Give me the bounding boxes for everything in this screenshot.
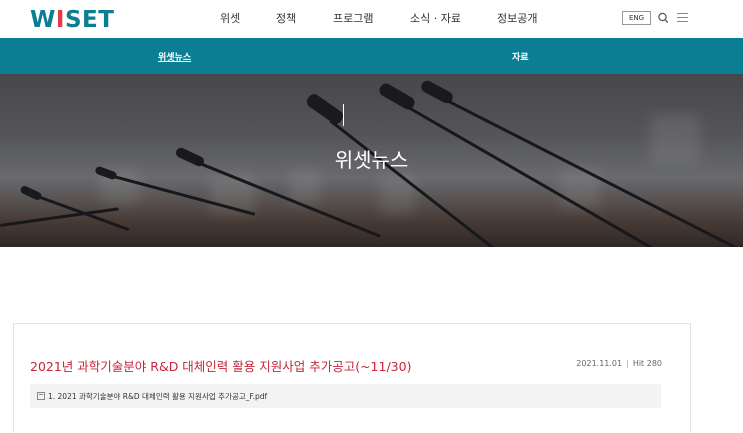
article-card: 2021년 과학기술분야 R&D 대체인력 활용 지원사업 추가공고(~11/3… xyxy=(13,323,691,433)
sub-nav: 위셋뉴스 자료 xyxy=(0,38,743,74)
hero-banner: 위셋뉴스 xyxy=(0,74,743,247)
attachment-link[interactable]: 1. 2021 과학기술분야 R&D 대체인력 활용 지원사업 추가공고_F.p… xyxy=(48,391,267,402)
site-header: WISET 위셋 정책 프로그램 소식 · 자료 정보공개 ENG xyxy=(0,0,743,38)
article-title: 2021년 과학기술분야 R&D 대체인력 활용 지원사업 추가공고(~11/3… xyxy=(30,359,412,374)
eng-button[interactable]: ENG xyxy=(622,11,651,25)
file-icon xyxy=(37,392,45,400)
menu-icon[interactable] xyxy=(677,13,688,22)
article-meta: 2021.11.01 | Hit 280 xyxy=(576,359,662,368)
nav-item-program[interactable]: 프로그램 xyxy=(333,10,373,26)
search-icon[interactable] xyxy=(657,11,669,25)
hero-divider-line xyxy=(343,104,344,126)
nav-item-wiset[interactable]: 위셋 xyxy=(220,10,240,26)
article-date: 2021.11.01 xyxy=(576,359,623,368)
nav-item-disclosure[interactable]: 정보공개 xyxy=(497,10,537,26)
hero-title: 위셋뉴스 xyxy=(334,148,409,172)
subnav-item-data[interactable]: 자료 xyxy=(512,50,529,63)
nav-item-policy[interactable]: 정책 xyxy=(276,10,296,26)
subnav-item-wiset-news[interactable]: 위셋뉴스 xyxy=(158,50,191,63)
attachment-row[interactable]: 1. 2021 과학기술분야 R&D 대체인력 활용 지원사업 추가공고_F.p… xyxy=(30,384,661,408)
article-hit-count: Hit 280 xyxy=(632,359,662,368)
nav-item-news-data[interactable]: 소식 · 자료 xyxy=(410,10,461,26)
